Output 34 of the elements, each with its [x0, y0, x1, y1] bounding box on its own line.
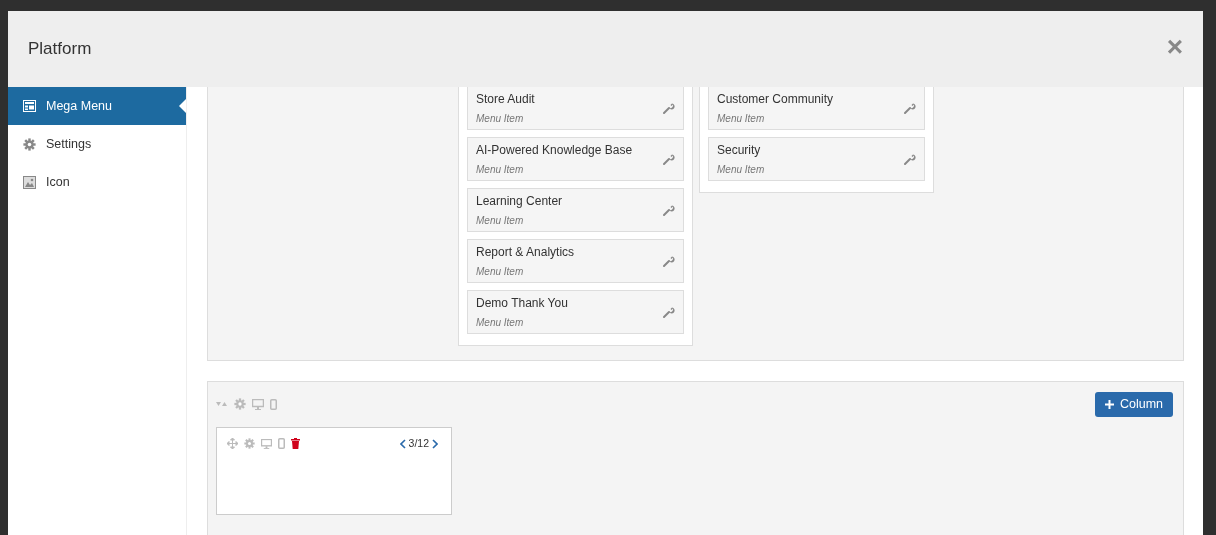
- modal-title: Platform: [28, 38, 92, 61]
- gear-icon: [23, 137, 36, 151]
- monitor-icon: [261, 438, 272, 449]
- phone-icon: [270, 398, 277, 410]
- monitor-icon: [252, 398, 264, 410]
- wrench-icon: [904, 102, 916, 114]
- wrench-icon: [904, 153, 916, 165]
- gear-icon: [244, 438, 255, 450]
- menu-item[interactable]: Report & Analytics Menu Item: [467, 239, 684, 283]
- trash-icon: [291, 438, 300, 450]
- menu-item[interactable]: AI-Powered Knowledge Base Menu Item: [467, 137, 684, 181]
- image-icon: [23, 175, 36, 189]
- move-icon: [227, 438, 238, 450]
- menu-item[interactable]: Demo Thank You Menu Item: [467, 290, 684, 334]
- menu-item[interactable]: Store Audit Menu Item: [467, 87, 684, 130]
- menu-item[interactable]: Learning Center Menu Item: [467, 188, 684, 232]
- plus-icon: [1104, 399, 1114, 409]
- wrench-icon: [663, 255, 675, 267]
- sidebar-item[interactable]: Settings: [8, 125, 186, 163]
- wrench-icon: [663, 102, 675, 114]
- menu-item[interactable]: Security Menu Item: [708, 137, 925, 181]
- sidebar-item[interactable]: Mega Menu: [8, 87, 186, 125]
- phone-icon: [278, 438, 285, 450]
- table-icon: [23, 100, 36, 112]
- column-width: 3/12: [408, 435, 429, 451]
- wrench-icon: [663, 153, 675, 165]
- wrench-icon: [663, 204, 675, 216]
- collapse-icon: [216, 400, 228, 409]
- wrench-icon: [663, 306, 675, 318]
- add-column-button[interactable]: Column: [1094, 392, 1173, 417]
- increase-width-button[interactable]: [429, 438, 441, 449]
- menu-item[interactable]: Customer Community Menu Item: [708, 87, 925, 130]
- gear-icon: [234, 398, 246, 411]
- sidebar-item[interactable]: Icon: [8, 163, 186, 201]
